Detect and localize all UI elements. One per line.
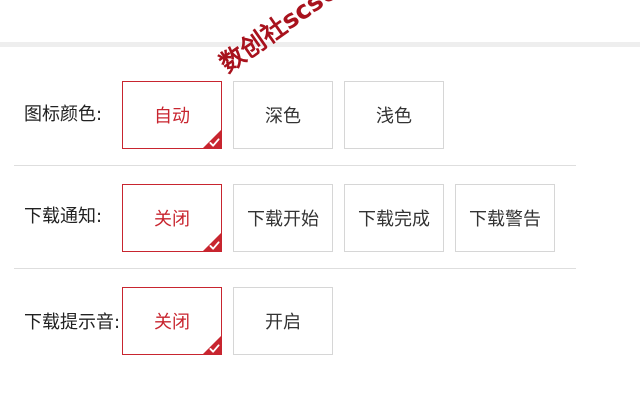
icon-color-label: 图标颜色: bbox=[24, 104, 103, 125]
icon-color-option-auto[interactable]: 自动 bbox=[122, 81, 222, 149]
option-label: 浅色 bbox=[376, 106, 412, 127]
option-label: 下载完成 bbox=[358, 209, 430, 230]
option-label: 关闭 bbox=[154, 312, 190, 333]
download-sound-label: 下载提示音: bbox=[24, 312, 121, 333]
icon-color-setting: 图标颜色: 自动 深色 浅色 bbox=[14, 64, 576, 166]
option-label: 下载警告 bbox=[469, 209, 541, 230]
option-label: 自动 bbox=[154, 106, 190, 127]
icon-color-options: 自动 深色 浅色 bbox=[122, 81, 444, 149]
download-sound-option-off[interactable]: 关闭 bbox=[122, 287, 222, 355]
check-icon bbox=[209, 138, 220, 147]
selected-corner bbox=[202, 129, 222, 149]
download-notify-option-warning[interactable]: 下载警告 bbox=[455, 184, 555, 252]
download-sound-setting: 下载提示音: 关闭 开启 bbox=[14, 269, 576, 371]
check-icon bbox=[209, 344, 220, 353]
download-notify-option-start[interactable]: 下载开始 bbox=[233, 184, 333, 252]
option-label: 开启 bbox=[265, 312, 301, 333]
selected-corner bbox=[202, 232, 222, 252]
icon-color-option-dark[interactable]: 深色 bbox=[233, 81, 333, 149]
icon-color-option-light[interactable]: 浅色 bbox=[344, 81, 444, 149]
selected-corner bbox=[202, 335, 222, 355]
download-notify-option-complete[interactable]: 下载完成 bbox=[344, 184, 444, 252]
top-bar bbox=[0, 0, 640, 47]
check-icon bbox=[209, 241, 220, 250]
download-notify-option-off[interactable]: 关闭 bbox=[122, 184, 222, 252]
option-label: 下载开始 bbox=[247, 209, 319, 230]
download-sound-option-on[interactable]: 开启 bbox=[233, 287, 333, 355]
option-label: 关闭 bbox=[154, 209, 190, 230]
download-sound-options: 关闭 开启 bbox=[122, 287, 333, 355]
settings-page: 图标颜色: 自动 深色 浅色 下载通知: 关闭 下载开始 下载完成 下载警告 下… bbox=[0, 0, 640, 400]
option-label: 深色 bbox=[265, 106, 301, 127]
download-notify-setting: 下载通知: 关闭 下载开始 下载完成 下载警告 bbox=[14, 166, 576, 268]
download-notify-label: 下载通知: bbox=[24, 206, 103, 227]
download-notify-options: 关闭 下载开始 下载完成 下载警告 bbox=[122, 184, 555, 252]
